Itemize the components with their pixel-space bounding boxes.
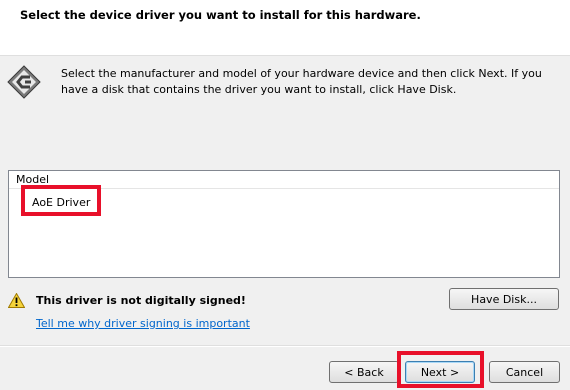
divider-highlight [0,346,570,347]
wizard-header: Select the device driver you want to ins… [0,0,570,56]
have-disk-button[interactable]: Have Disk... [449,288,559,310]
next-button-highlight [397,351,484,388]
model-item-highlight [21,185,101,216]
page-title: Select the device driver you want to ins… [20,8,421,22]
instructions-text: Select the manufacturer and model of you… [61,67,542,96]
wizard-icon [7,65,41,99]
unsigned-driver-warning: This driver is not digitally signed! [36,294,246,307]
driver-signing-link[interactable]: Tell me why driver signing is important [36,317,250,330]
back-button[interactable]: < Back [329,361,399,383]
cancel-button[interactable]: Cancel [489,361,560,383]
warning-icon [8,293,25,308]
